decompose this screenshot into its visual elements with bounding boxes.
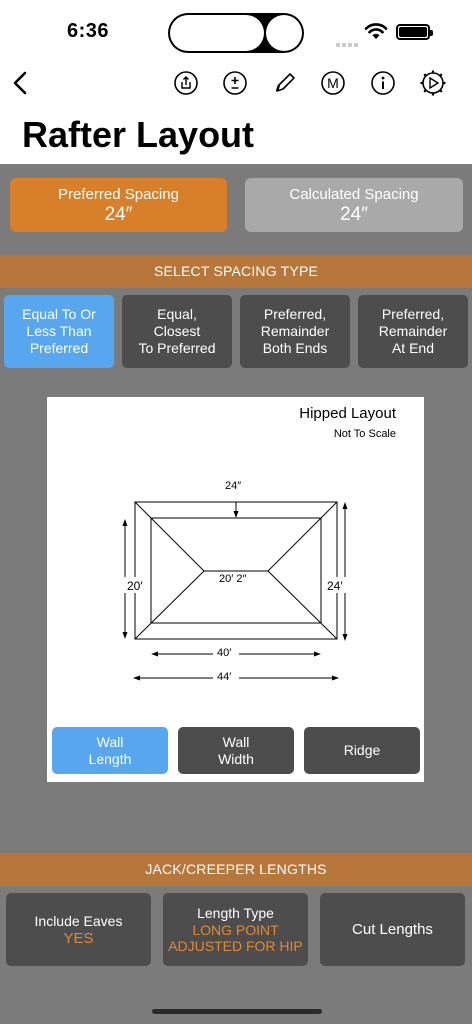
preferred-spacing-value: 24″ xyxy=(104,204,133,225)
length-type-button[interactable]: Length Type LONG POINT ADJUSTED FOR HIP xyxy=(163,893,308,966)
status-bar: 6:36 xyxy=(0,0,472,62)
island-pill-left xyxy=(170,15,264,51)
navigation-bar: M xyxy=(0,62,472,106)
diagram-title: Hipped Layout xyxy=(299,405,396,422)
include-eaves-label: Include Eaves xyxy=(34,912,123,929)
dynamic-island xyxy=(168,13,304,53)
include-eaves-value: YES xyxy=(63,929,94,947)
spacing-option-label: Preferred, Remainder At End xyxy=(378,306,448,356)
home-indicator[interactable] xyxy=(152,1009,322,1014)
pencil-icon[interactable] xyxy=(268,66,302,100)
ridge-button[interactable]: Ridge xyxy=(304,727,420,774)
spacing-equal-or-less-button[interactable]: Equal To Or Less Than Preferred xyxy=(4,295,114,368)
cellular-signal-icon xyxy=(336,34,360,52)
mode-label: Ridge xyxy=(343,742,381,758)
rafter-layout-panel: Preferred Spacing 24″ Calculated Spacing… xyxy=(0,164,472,1024)
calculated-spacing-label: Calculated Spacing xyxy=(289,186,419,203)
dim-outer-width: 44′ xyxy=(217,671,232,683)
length-type-value-line2: ADJUSTED FOR HIP xyxy=(168,938,303,954)
dim-top-spacing: 24″ xyxy=(225,480,242,492)
cut-lengths-button[interactable]: Cut Lengths xyxy=(320,893,465,966)
cut-lengths-label: Cut Lengths xyxy=(352,920,433,938)
calculated-spacing-card: Calculated Spacing 24″ xyxy=(245,178,463,232)
spacing-option-label: Equal To Or Less Than Preferred xyxy=(22,306,96,356)
mode-label: Wall Length xyxy=(88,733,132,767)
preferred-spacing-button[interactable]: Preferred Spacing 24″ xyxy=(10,178,227,232)
island-pill-right xyxy=(266,15,302,51)
roof-plan-drawing xyxy=(122,501,348,685)
dim-inner-width: 40′ xyxy=(217,647,232,659)
info-icon[interactable] xyxy=(366,66,400,100)
wifi-icon xyxy=(364,22,388,45)
spacing-option-label: Preferred, Remainder Both Ends xyxy=(260,306,330,356)
spacing-remainder-at-end-button[interactable]: Preferred, Remainder At End xyxy=(358,295,468,368)
share-icon[interactable] xyxy=(169,66,203,100)
preferred-spacing-label: Preferred Spacing xyxy=(58,186,179,203)
dim-left-height: 20′ xyxy=(127,579,143,593)
length-type-label: Length Type xyxy=(197,905,274,921)
spacing-remainder-both-ends-button[interactable]: Preferred, Remainder Both Ends xyxy=(240,295,350,368)
wall-width-button[interactable]: Wall Width xyxy=(178,727,294,774)
m-circle-icon[interactable]: M xyxy=(316,66,350,100)
status-time: 6:36 xyxy=(67,20,110,42)
hipped-layout-diagram: Hipped Layout Not To Scale 24″ 20′ 20′ 2… xyxy=(47,397,424,782)
wall-length-button[interactable]: Wall Length xyxy=(52,727,168,774)
mode-label: Wall Width xyxy=(218,733,254,767)
spacing-option-label: Equal, Closest To Preferred xyxy=(138,306,216,356)
gear-play-icon[interactable] xyxy=(416,66,450,100)
select-spacing-header: SELECT SPACING TYPE xyxy=(0,255,472,288)
include-eaves-button[interactable]: Include Eaves YES xyxy=(6,893,151,966)
spacing-equal-closest-button[interactable]: Equal, Closest To Preferred xyxy=(122,295,232,368)
calculated-spacing-value: 24″ xyxy=(340,204,368,225)
battery-icon xyxy=(396,24,433,40)
dim-right-height: 24′ xyxy=(327,579,343,593)
length-type-value-line1: LONG POINT xyxy=(192,922,279,938)
jack-creeper-header: JACK/CREEPER LENGTHS xyxy=(0,853,472,886)
dim-ridge-length: 20′ 2″ xyxy=(219,573,247,585)
svg-text:M: M xyxy=(327,75,339,91)
page-title: Rafter Layout xyxy=(22,114,255,155)
diagram-subtitle: Not To Scale xyxy=(333,428,396,440)
plus-minus-icon[interactable] xyxy=(218,66,252,100)
back-chevron-icon[interactable] xyxy=(4,66,38,100)
